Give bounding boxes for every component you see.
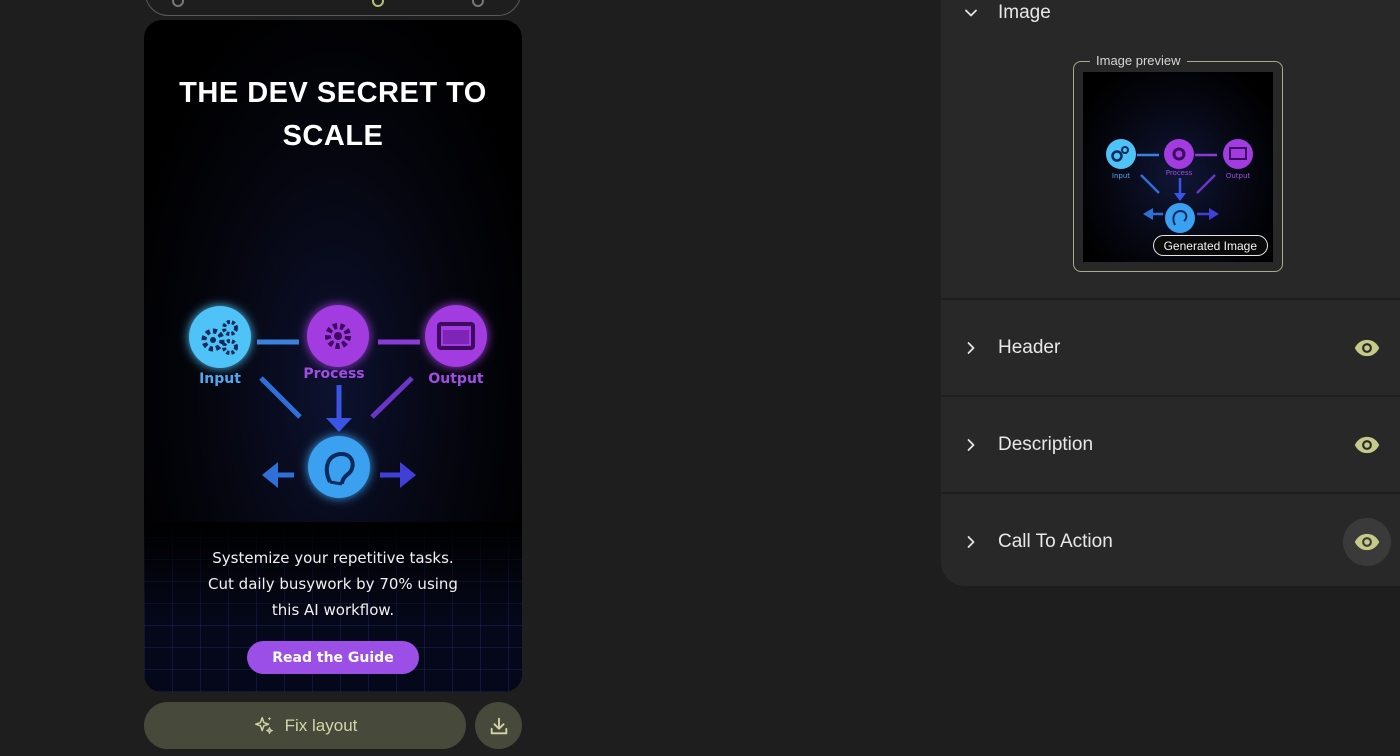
description-section[interactable]: Description <box>941 395 1400 492</box>
toolbar-radio-icon[interactable] <box>472 0 484 7</box>
download-button[interactable] <box>475 702 522 749</box>
header-section[interactable]: Header <box>941 298 1400 395</box>
download-icon <box>490 717 507 734</box>
toolbar-radio-icon[interactable] <box>172 0 184 7</box>
eye-icon <box>1354 339 1380 356</box>
thumb-process-label: Process <box>1166 169 1193 177</box>
brain-node-icon <box>308 436 370 498</box>
input-label: Input <box>199 371 241 387</box>
chevron-right-icon <box>967 535 975 548</box>
fix-layout-label: Fix layout <box>284 715 358 735</box>
call-to-action-section[interactable]: Call To Action <box>941 492 1400 586</box>
description-line: this AI workflow. <box>271 601 395 619</box>
header-section-label: Header <box>998 336 1061 358</box>
thumb-input-label: Input <box>1112 172 1130 180</box>
image-section-header[interactable]: Image <box>941 0 1400 26</box>
connector-line <box>259 376 302 419</box>
call-to-action-visibility-toggle[interactable] <box>1343 517 1391 566</box>
ad-title: THE DEV SECRET TO SCALE <box>179 77 487 152</box>
toolbar-radio-icon[interactable] <box>372 0 384 7</box>
eye-icon <box>1354 533 1380 550</box>
image-section: Image Image preview Input Process Output… <box>941 0 1400 298</box>
output-label: Output <box>428 371 484 387</box>
image-preview-label: Image preview <box>1090 53 1187 69</box>
right-arrow-icon <box>380 462 416 488</box>
process-node <box>307 305 369 367</box>
description-visibility-toggle[interactable] <box>1343 421 1391 469</box>
image-preview-thumbnail[interactable]: Input Process Output Generated Image <box>1083 72 1273 262</box>
read-guide-button[interactable]: Read the Guide <box>247 641 419 674</box>
sparkle-icon <box>254 716 273 734</box>
ad-description: Systemize your repetitive tasks. Cut dai… <box>184 545 482 623</box>
header-visibility-toggle[interactable] <box>1343 324 1391 372</box>
chevron-down-icon <box>965 9 977 17</box>
image-preview-frame: Image preview Input Process Output Gener… <box>1073 53 1283 272</box>
ad-preview-card: THE DEV SECRET TO SCALE Input Process Ou… <box>144 20 522 692</box>
workflow-diagram: Input Process Output <box>189 305 487 498</box>
description-line: Systemize your repetitive tasks. <box>212 549 454 567</box>
generated-image-badge: Generated Image <box>1152 235 1268 256</box>
output-node <box>425 305 487 367</box>
properties-panel: Image Image preview Input Process Output… <box>941 0 1400 586</box>
chevron-right-icon <box>967 438 975 451</box>
call-to-action-section-label: Call To Action <box>998 530 1113 552</box>
description-line: Cut daily busywork by 70% using <box>208 575 458 593</box>
thumbnail-diagram: Input Process Output <box>1106 139 1253 233</box>
eye-icon <box>1354 436 1380 453</box>
chevron-right-icon <box>967 341 975 354</box>
input-node <box>189 306 251 368</box>
process-label: Process <box>303 366 364 382</box>
down-arrow-icon <box>326 385 352 432</box>
fix-layout-button[interactable]: Fix layout <box>144 702 466 749</box>
image-section-label: Image <box>998 2 1051 23</box>
connector-line <box>370 376 414 419</box>
thumb-output-label: Output <box>1226 172 1251 180</box>
left-arrow-icon <box>262 462 294 488</box>
description-section-label: Description <box>998 433 1094 455</box>
top-toolbar-pill <box>145 0 521 16</box>
